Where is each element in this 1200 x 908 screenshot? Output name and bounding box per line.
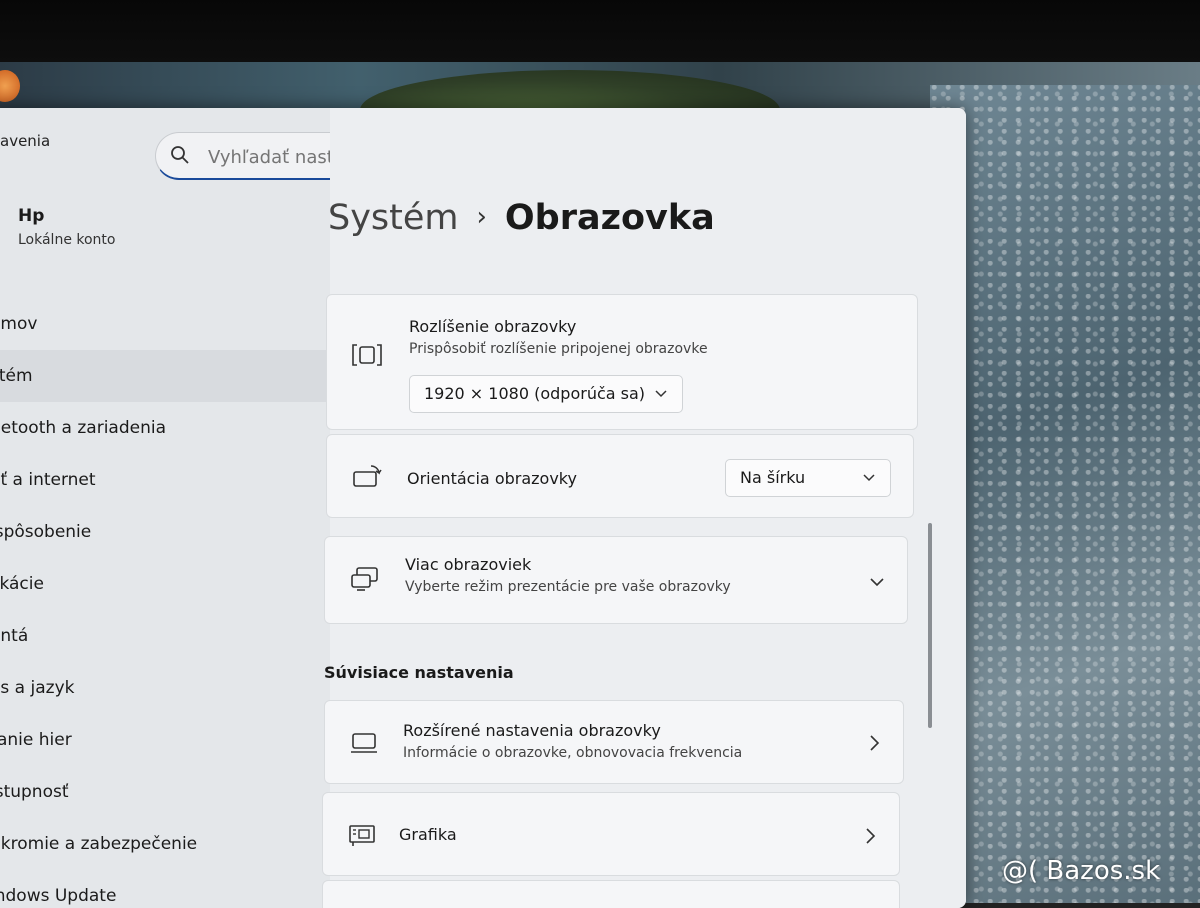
advanced-display-subtitle: Informácie o obrazovke, obnovovacia frek… xyxy=(403,745,743,761)
chevron-right-icon xyxy=(870,735,880,751)
sidebar-item-gaming[interactable]: ranie hier xyxy=(0,714,330,766)
sidebar-item-accounts[interactable]: ontá xyxy=(0,610,330,662)
sidebar-item-label: indows Update xyxy=(0,886,117,906)
related-settings-heading: Súvisiace nastavenia xyxy=(324,663,514,682)
wallpaper-water xyxy=(930,85,1200,903)
sidebar-item-time-language[interactable]: as a jazyk xyxy=(0,662,330,714)
graphics-title: Grafika xyxy=(399,825,457,844)
next-setting-card[interactable] xyxy=(322,880,900,908)
chevron-down-icon[interactable] xyxy=(869,575,885,589)
chevron-right-icon xyxy=(866,828,876,844)
sidebar-item-windows-update[interactable]: indows Update xyxy=(0,870,330,908)
sidebar-item-label: ontá xyxy=(0,626,29,646)
breadcrumb-parent[interactable]: Systém xyxy=(328,198,459,238)
sidebar-item-label: ispôsobenie xyxy=(0,522,92,542)
sidebar-nav: omov stém uetooth a zariadenia eť a inte… xyxy=(0,298,330,908)
sidebar-item-label: ūkromie a zabezpečenie xyxy=(0,834,198,854)
sidebar-item-label: uetooth a zariadenia xyxy=(0,418,167,438)
watermark: @( Bazos.sk xyxy=(1002,856,1161,886)
sidebar-item-label: stém xyxy=(0,366,33,386)
app-title: avenia xyxy=(0,132,51,150)
multiple-displays-title: Viac obrazoviek xyxy=(405,555,532,574)
sidebar-item-apps[interactable]: likácie xyxy=(0,558,330,610)
multiple-displays-card[interactable]: Viac obrazoviek Vyberte režim prezentáci… xyxy=(324,536,908,624)
sidebar-item-label: ranie hier xyxy=(0,730,72,750)
sidebar-item-label: omov xyxy=(0,314,38,334)
resolution-subtitle: Prispôsobiť rozlíšenie pripojenej obrazo… xyxy=(409,341,708,357)
sidebar-item-privacy[interactable]: ūkromie a zabezpečenie xyxy=(0,818,330,870)
advanced-display-card[interactable]: Rozšírené nastavenia obrazovky Informáci… xyxy=(324,700,904,784)
orientation-icon xyxy=(353,465,382,487)
orientation-value: Na šírku xyxy=(740,468,806,487)
monitor-icon xyxy=(351,733,377,753)
orientation-title: Orientácia obrazovky xyxy=(407,469,577,488)
resolution-icon xyxy=(352,344,382,366)
graphics-card[interactable]: Grafika xyxy=(322,792,900,876)
sidebar: avenia Hp Lokálne konto omov stém uetoot… xyxy=(0,108,330,908)
resolution-dropdown[interactable]: 1920 × 1080 (odporúča sa) xyxy=(409,375,683,413)
resolution-value: 1920 × 1080 (odporúča sa) xyxy=(424,384,646,403)
user-name: Hp xyxy=(18,206,45,226)
sidebar-item-label: as a jazyk xyxy=(0,678,75,698)
sidebar-item-label: ístupnosť xyxy=(0,782,69,802)
sidebar-item-system[interactable]: stém xyxy=(0,350,330,402)
scrollbar-thumb[interactable] xyxy=(928,523,932,728)
sidebar-item-label: likácie xyxy=(0,574,44,594)
page-title: Obrazovka xyxy=(504,198,715,238)
user-account-type: Lokálne konto xyxy=(18,232,116,248)
sidebar-item-network[interactable]: eť a internet xyxy=(0,454,330,506)
search-icon xyxy=(171,146,189,164)
sidebar-item-label: eť a internet xyxy=(0,470,96,490)
chevron-down-icon xyxy=(655,390,667,398)
graphics-card-icon xyxy=(349,825,375,846)
sidebar-item-accessibility[interactable]: ístupnosť xyxy=(0,766,330,818)
resolution-title: Rozlíšenie obrazovky xyxy=(409,317,577,336)
advanced-display-title: Rozšírené nastavenia obrazovky xyxy=(403,721,661,740)
sidebar-item-domov[interactable]: omov xyxy=(0,298,330,350)
multiple-displays-subtitle: Vyberte režim prezentácie pre vaše obraz… xyxy=(405,579,731,595)
chevron-down-icon xyxy=(863,474,875,482)
sidebar-item-personalization[interactable]: ispôsobenie xyxy=(0,506,330,558)
resolution-card: Rozlíšenie obrazovky Prispôsobiť rozlíše… xyxy=(326,294,918,430)
breadcrumb: Systém › Obrazovka xyxy=(328,198,715,238)
main-content: Systém › Obrazovka Rozlíšenie obrazovky Pr… xyxy=(322,108,966,908)
orientation-card: Orientácia obrazovky Na šírku xyxy=(326,434,914,518)
settings-window: avenia Hp Lokálne konto omov stém uetoot… xyxy=(0,108,966,908)
multiple-displays-icon xyxy=(351,567,378,591)
orientation-dropdown[interactable]: Na šírku xyxy=(725,459,891,497)
sidebar-item-bluetooth[interactable]: uetooth a zariadenia xyxy=(0,402,330,454)
breadcrumb-separator: › xyxy=(476,202,487,232)
